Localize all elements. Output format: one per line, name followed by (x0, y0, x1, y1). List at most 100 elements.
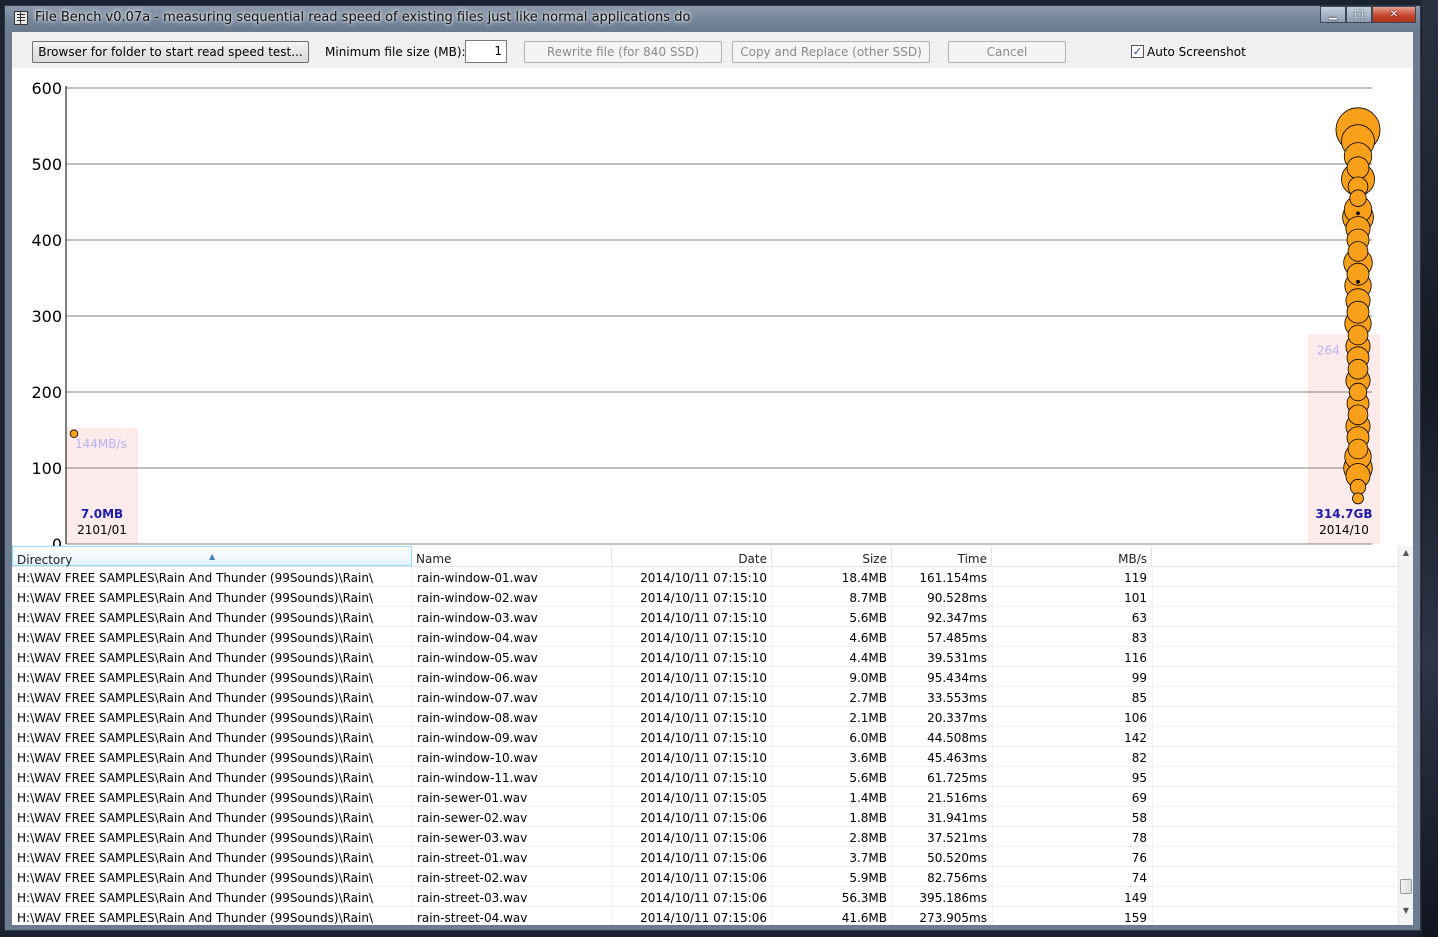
y-tick-label: 100 (31, 459, 62, 478)
title-bar[interactable]: File Bench v0.07a - measuring sequential… (5, 6, 1420, 31)
table-row[interactable]: H:\WAV FREE SAMPLES\Rain And Thunder (99… (12, 827, 1398, 847)
rewrite-file-button[interactable]: Rewrite file (for 840 SSD) (524, 41, 722, 63)
table-row[interactable]: H:\WAV FREE SAMPLES\Rain And Thunder (99… (12, 767, 1398, 787)
cell-name: rain-window-10.wav (417, 751, 538, 765)
cell-time: 61.725ms (927, 771, 987, 785)
data-point (1348, 382, 1368, 402)
cell-mbps: 63 (1131, 611, 1147, 625)
speed-chart: 0 100 200 300 400 500 600 144MB/s 7.0MB 2101/01 26… (12, 68, 1413, 578)
table-row[interactable]: H:\WAV FREE SAMPLES\Rain And Thunder (99… (12, 807, 1398, 827)
copy-replace-button[interactable]: Copy and Replace (other SSD) (732, 41, 930, 63)
cell-date: 2014/10/11 07:15:10 (640, 571, 767, 585)
cell-mbps: 78 (1131, 831, 1147, 845)
chart-svg: 0 100 200 300 400 500 600 144MB/s 7.0MB 2101/01 26… (31, 79, 1381, 546)
cell-date: 2014/10/11 07:15:10 (640, 731, 767, 745)
window-controls: ▁ □ ✕ (1320, 6, 1416, 23)
column-header-label: Date (738, 552, 767, 566)
table-row[interactable]: H:\WAV FREE SAMPLES\Rain And Thunder (99… (12, 647, 1398, 667)
table-row[interactable]: H:\WAV FREE SAMPLES\Rain And Thunder (99… (12, 787, 1398, 807)
scroll-up-icon: ▲ (1402, 548, 1410, 557)
minimize-button[interactable]: ▁ (1320, 6, 1346, 23)
table-row[interactable]: H:\WAV FREE SAMPLES\Rain And Thunder (99… (12, 667, 1398, 687)
table-row[interactable]: H:\WAV FREE SAMPLES\Rain And Thunder (99… (12, 747, 1398, 767)
maximize-button[interactable]: □ (1346, 6, 1372, 23)
table-row[interactable]: H:\WAV FREE SAMPLES\Rain And Thunder (99… (12, 727, 1398, 747)
scroll-up-button[interactable]: ▲ (1399, 546, 1413, 560)
table-row[interactable]: H:\WAV FREE SAMPLES\Rain And Thunder (99… (12, 627, 1398, 647)
cell-directory: H:\WAV FREE SAMPLES\Rain And Thunder (99… (17, 691, 374, 705)
cell-mbps: 101 (1124, 591, 1147, 605)
cell-directory: H:\WAV FREE SAMPLES\Rain And Thunder (99… (17, 711, 374, 725)
data-point (1347, 404, 1369, 426)
data-point (1346, 156, 1370, 180)
cell-size: 5.6MB (849, 611, 887, 625)
cell-date: 2014/10/11 07:15:10 (640, 711, 767, 725)
cell-name: rain-window-06.wav (417, 671, 538, 685)
data-point (1349, 189, 1367, 207)
cell-mbps: 149 (1124, 891, 1147, 905)
cell-date: 2014/10/11 07:15:06 (640, 811, 767, 825)
auto-screenshot-checkbox[interactable]: ✓ (1131, 45, 1144, 58)
column-header-mbps[interactable]: MB/s (992, 546, 1152, 566)
cell-mbps: 58 (1131, 811, 1147, 825)
group-size-label: 314.7GB (1316, 507, 1373, 521)
cell-mbps: 85 (1131, 691, 1147, 705)
column-header-directory[interactable]: ▲ Directory (12, 546, 412, 567)
y-tick-label: 200 (31, 383, 62, 402)
cell-directory: H:\WAV FREE SAMPLES\Rain And Thunder (99… (17, 791, 374, 805)
table-row[interactable]: H:\WAV FREE SAMPLES\Rain And Thunder (99… (12, 907, 1398, 925)
column-header-label: Time (957, 552, 987, 566)
cell-time: 50.520ms (927, 851, 987, 865)
cell-mbps: 95 (1131, 771, 1147, 785)
cell-size: 56.3MB (841, 891, 887, 905)
min-size-input[interactable]: 1 (465, 40, 507, 63)
close-button[interactable]: ✕ (1372, 6, 1416, 23)
column-header-size[interactable]: Size (772, 546, 892, 566)
cell-time: 44.508ms (927, 731, 987, 745)
cell-mbps: 106 (1124, 711, 1147, 725)
column-header-time[interactable]: Time (892, 546, 992, 566)
vertical-scrollbar[interactable]: ▲ ▼ (1398, 546, 1413, 925)
browse-folder-button[interactable]: Browser for folder to start read speed t… (32, 41, 309, 63)
cell-mbps: 119 (1124, 571, 1147, 585)
table-row[interactable]: H:\WAV FREE SAMPLES\Rain And Thunder (99… (12, 707, 1398, 727)
y-tick-label: 400 (31, 231, 62, 250)
cell-directory: H:\WAV FREE SAMPLES\Rain And Thunder (99… (17, 671, 374, 685)
cell-size: 3.7MB (849, 851, 887, 865)
scroll-thumb[interactable] (1400, 879, 1412, 894)
table-row[interactable]: H:\WAV FREE SAMPLES\Rain And Thunder (99… (12, 887, 1398, 907)
average-speed-label: 144MB/s (75, 437, 127, 451)
scroll-down-button[interactable]: ▼ (1399, 904, 1413, 918)
table-row[interactable]: H:\WAV FREE SAMPLES\Rain And Thunder (99… (12, 867, 1398, 887)
data-point (1347, 324, 1369, 346)
cell-directory: H:\WAV FREE SAMPLES\Rain And Thunder (99… (17, 751, 374, 765)
cell-name: rain-street-01.wav (417, 851, 528, 865)
cell-time: 37.521ms (927, 831, 987, 845)
cell-name: rain-window-04.wav (417, 631, 538, 645)
cancel-button[interactable]: Cancel (948, 41, 1066, 63)
cell-time: 57.485ms (927, 631, 987, 645)
data-point (1347, 241, 1369, 262)
close-icon: ✕ (1389, 9, 1399, 20)
cell-time: 39.531ms (927, 651, 987, 665)
desktop-background (1422, 0, 1438, 937)
column-header-name[interactable]: Name (412, 546, 612, 566)
table-row[interactable]: H:\WAV FREE SAMPLES\Rain And Thunder (99… (12, 567, 1398, 587)
cell-mbps: 83 (1131, 631, 1147, 645)
cell-name: rain-sewer-02.wav (417, 811, 528, 825)
y-tick-label: 0 (52, 535, 62, 546)
cell-directory: H:\WAV FREE SAMPLES\Rain And Thunder (99… (17, 731, 374, 745)
column-header-date[interactable]: Date (612, 546, 772, 566)
y-tick-label: 600 (31, 79, 62, 98)
cell-date: 2014/10/11 07:15:06 (640, 831, 767, 845)
table-row[interactable]: H:\WAV FREE SAMPLES\Rain And Thunder (99… (12, 687, 1398, 707)
table-row[interactable]: H:\WAV FREE SAMPLES\Rain And Thunder (99… (12, 587, 1398, 607)
cell-time: 33.553ms (927, 691, 987, 705)
cell-mbps: 69 (1131, 791, 1147, 805)
cell-time: 21.516ms (927, 791, 987, 805)
table-row[interactable]: H:\WAV FREE SAMPLES\Rain And Thunder (99… (12, 847, 1398, 867)
cell-size: 4.6MB (849, 631, 887, 645)
cell-time: 82.756ms (927, 871, 987, 885)
table-row[interactable]: H:\WAV FREE SAMPLES\Rain And Thunder (99… (12, 607, 1398, 627)
group-size-label: 7.0MB (81, 507, 123, 521)
